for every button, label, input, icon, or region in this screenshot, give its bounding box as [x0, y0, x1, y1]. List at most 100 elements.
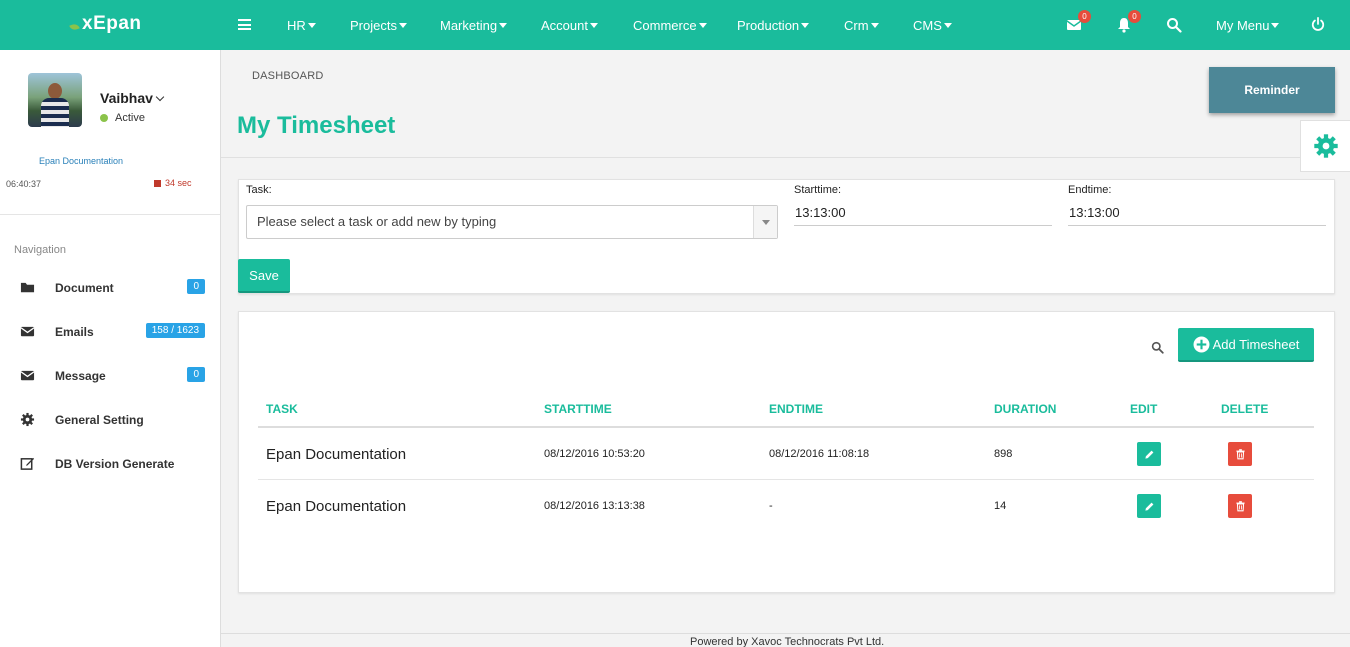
- nav-cms[interactable]: CMS: [913, 0, 952, 50]
- row-duration: 898: [994, 448, 1013, 460]
- emails-count-badge: 158 / 1623: [145, 323, 205, 338]
- caret-down-icon: [698, 22, 707, 28]
- row-divider: [258, 479, 1314, 480]
- row-task: Epan Documentation: [266, 446, 407, 463]
- sidebar-item-message[interactable]: Message 0: [0, 361, 220, 391]
- user-status: Active: [100, 112, 145, 124]
- envelope-icon: [20, 370, 35, 381]
- column-header-edit: EDIT: [1130, 402, 1158, 416]
- save-button[interactable]: Save: [238, 259, 290, 293]
- sidebar-item-db-version-generate[interactable]: DB Version Generate: [0, 449, 220, 479]
- caret-down-icon: [1271, 22, 1280, 28]
- add-timesheet-button[interactable]: Add Timesheet: [1178, 328, 1314, 362]
- endtime-input[interactable]: [1068, 200, 1326, 226]
- notifications-button[interactable]: 0: [1116, 10, 1141, 33]
- search-button[interactable]: [1166, 17, 1182, 33]
- nav-marketing[interactable]: Marketing: [440, 0, 508, 50]
- top-navbar: xEpan HR Projects Marketing Account Comm…: [0, 0, 1350, 50]
- row-duration: 14: [994, 500, 1007, 512]
- dropdown-arrow-icon: [753, 206, 777, 238]
- row-starttime: 08/12/2016 10:53:20: [544, 448, 645, 460]
- caret-down-icon: [499, 22, 508, 28]
- caret-down-icon: [589, 22, 598, 28]
- edit-button[interactable]: [1137, 494, 1161, 518]
- page-title: My Timesheet: [237, 112, 396, 139]
- sidebar: Vaibhav Active Epan Documentation 06:40:…: [0, 50, 221, 647]
- sidebar-item-document[interactable]: Document 0: [0, 273, 220, 303]
- starttime-label: Starttime:: [794, 184, 842, 196]
- starttime-input[interactable]: [794, 200, 1052, 226]
- power-icon: [1311, 17, 1325, 31]
- clock-display: 06:40:37: [6, 179, 42, 189]
- status-dot-icon: [100, 114, 108, 122]
- title-divider: [221, 157, 1350, 158]
- logout-button[interactable]: [1311, 17, 1327, 33]
- chevron-down-icon: [155, 92, 165, 102]
- gear-icon: [1313, 134, 1338, 158]
- edit-icon: [20, 457, 35, 470]
- nav-projects[interactable]: Projects: [350, 0, 407, 50]
- pencil-icon: [1144, 450, 1153, 459]
- nav-crm[interactable]: Crm: [844, 0, 879, 50]
- task-select[interactable]: Please select a task or add new by typin…: [246, 205, 778, 239]
- column-header-starttime[interactable]: STARTTIME: [544, 402, 612, 416]
- brand-name: xEpan: [82, 13, 142, 34]
- caret-down-icon: [398, 22, 407, 28]
- column-header-task[interactable]: TASK: [266, 402, 298, 416]
- breadcrumb[interactable]: DASHBOARD: [252, 70, 323, 82]
- sidebar-item-emails[interactable]: Emails 158 / 1623: [0, 317, 220, 347]
- table-header-divider: [258, 426, 1314, 428]
- row-task: Epan Documentation: [266, 498, 407, 515]
- leaf-icon: [69, 22, 80, 32]
- mail-button[interactable]: 0: [1066, 10, 1091, 33]
- mail-count-badge: 0: [1078, 10, 1091, 23]
- menu-toggle-icon[interactable]: [238, 19, 251, 30]
- search-icon: [1167, 18, 1182, 33]
- avatar[interactable]: [28, 73, 82, 127]
- search-icon[interactable]: [1151, 341, 1164, 354]
- row-starttime: 08/12/2016 13:13:38: [544, 500, 645, 512]
- user-name-dropdown[interactable]: Vaibhav: [100, 90, 165, 106]
- brand-logo[interactable]: xEpan: [69, 13, 142, 35]
- row-endtime: 08/12/2016 11:08:18: [769, 448, 870, 460]
- task-select-placeholder: Please select a task or add new by typin…: [257, 214, 497, 229]
- task-label: Task:: [246, 184, 272, 196]
- plus-circle-icon: [1193, 336, 1210, 352]
- column-header-duration[interactable]: DURATION: [994, 402, 1056, 416]
- nav-hr[interactable]: HR: [287, 0, 316, 50]
- gear-icon: [20, 412, 35, 427]
- trash-icon: [1235, 501, 1245, 512]
- delete-button[interactable]: [1228, 494, 1252, 518]
- trash-icon: [1235, 449, 1245, 460]
- endtime-label: Endtime:: [1068, 184, 1112, 196]
- caret-down-icon: [307, 22, 316, 28]
- sidebar-item-general-setting[interactable]: General Setting: [0, 405, 220, 435]
- stop-icon: [154, 179, 161, 187]
- my-menu[interactable]: My Menu: [1216, 0, 1280, 50]
- row-endtime: -: [769, 500, 773, 512]
- notif-count-badge: 0: [1128, 10, 1141, 23]
- envelope-icon: [20, 326, 35, 337]
- caret-down-icon: [870, 22, 879, 28]
- folder-icon: [20, 282, 35, 293]
- nav-account[interactable]: Account: [541, 0, 598, 50]
- task-timer[interactable]: 34 sec: [154, 178, 192, 188]
- nav-production[interactable]: Production: [737, 0, 810, 50]
- caret-down-icon: [801, 22, 810, 28]
- edit-button[interactable]: [1137, 442, 1161, 466]
- message-count-badge: 0: [187, 367, 205, 382]
- delete-button[interactable]: [1228, 442, 1252, 466]
- nav-section-title: Navigation: [14, 244, 66, 256]
- column-header-endtime[interactable]: ENDTIME: [769, 402, 823, 416]
- caret-down-icon: [943, 22, 952, 28]
- footer-text: Powered by Xavoc Technocrats Pvt Ltd.: [690, 636, 885, 647]
- nav-commerce[interactable]: Commerce: [633, 0, 707, 50]
- column-header-delete: DELETE: [1221, 402, 1269, 416]
- document-count-badge: 0: [187, 279, 205, 294]
- reminder-button[interactable]: Reminder: [1209, 67, 1335, 113]
- current-task-link[interactable]: Epan Documentation: [39, 156, 123, 166]
- pencil-icon: [1144, 502, 1153, 511]
- settings-panel-toggle[interactable]: [1300, 120, 1350, 172]
- footer-divider: [221, 633, 1350, 634]
- sidebar-divider: [0, 214, 220, 215]
